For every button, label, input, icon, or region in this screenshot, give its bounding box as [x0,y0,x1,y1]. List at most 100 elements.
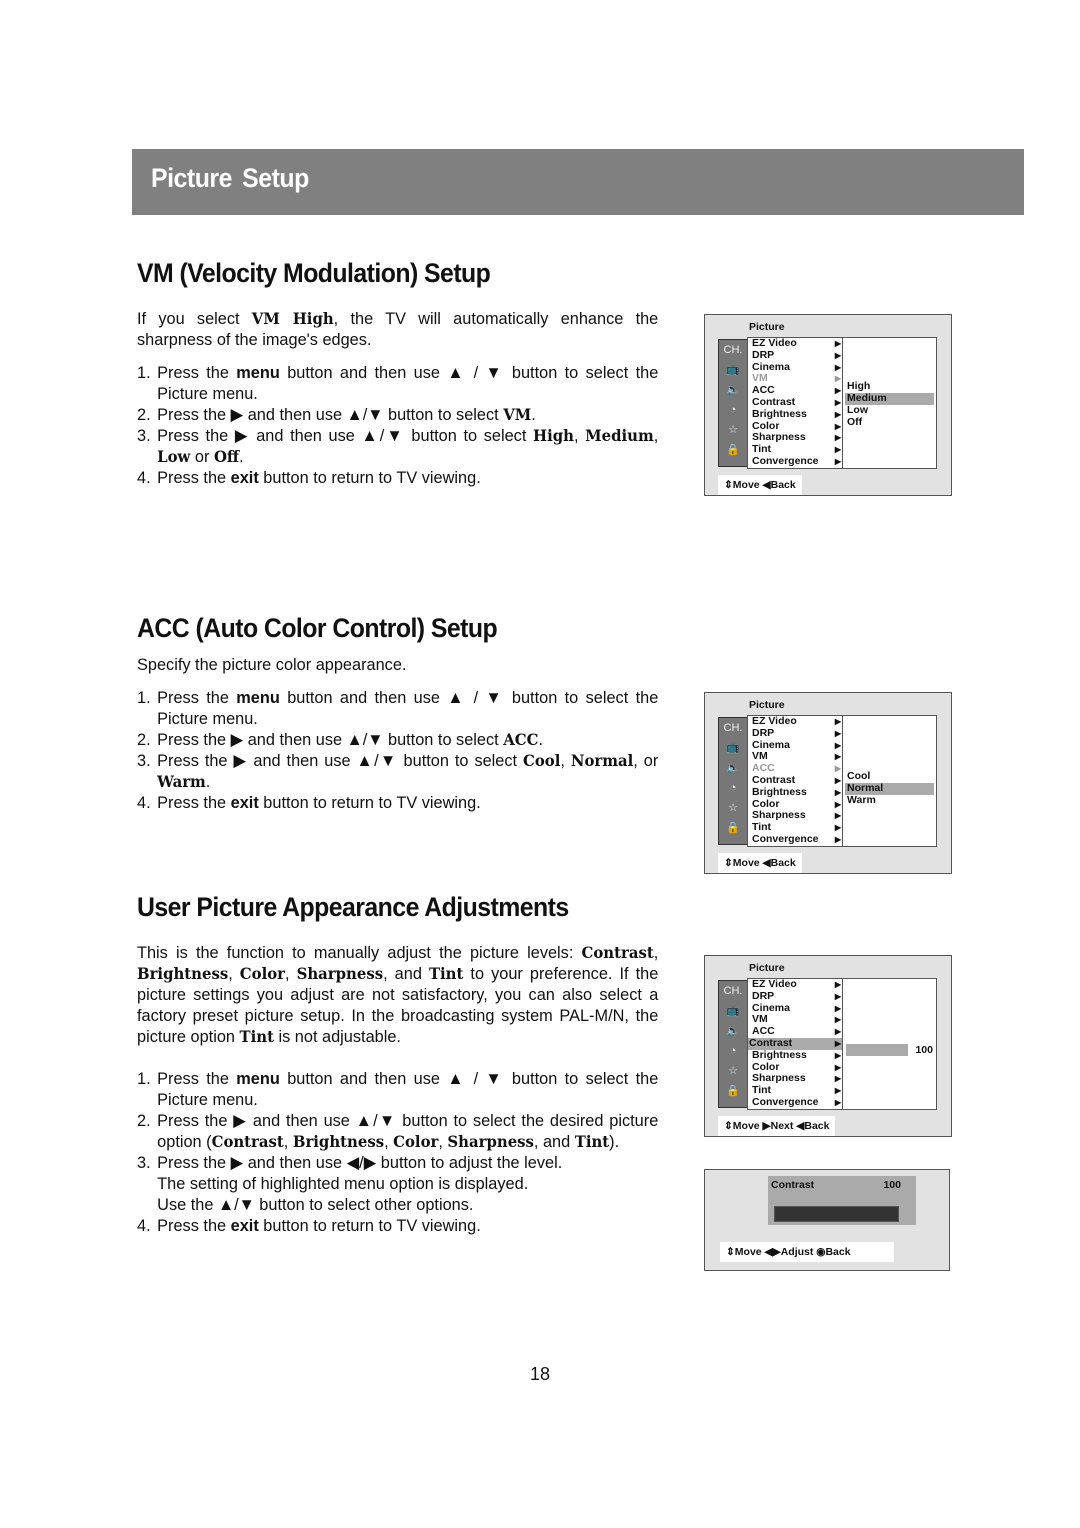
step: 1. Press the menu button and then use ▲ /… [137,1069,659,1109]
arrow-right-icon: ▶ [834,980,841,989]
menu-item-label: Color [752,419,780,432]
acc-intro: Specify the picture color appearance. [137,655,407,674]
arrow-right-icon: ▶ [834,740,841,750]
star-icon: ☆ [728,802,738,814]
menu-item-label: Sharpness [752,1072,806,1085]
menu-option[interactable]: Off [843,416,936,429]
menu-item-label: Brightness [752,407,807,420]
arrow-right-icon: ▶ [834,433,841,443]
acc-steps: 1. Press the menu button and then use ▲ /… [137,687,658,813]
menu-item-label: EZ Video [752,978,797,990]
menu-item-label: Contrast [752,395,796,408]
menu-item[interactable]: Convergence ▶ [748,832,843,846]
arrow-right-icon: ▶ [834,1050,841,1060]
section-banner: Picture Setup [132,149,1024,215]
menu-item-label: Cinema [752,738,790,751]
arrow-right-icon: ▶ [834,991,841,1001]
icon-bar: CH. 📺 🔈 ◔ ☆ 🔒 [718,980,748,1108]
vm-intro: If you select VM High, the TV will autom… [137,309,659,349]
adjust-screen: Contrast 100 ⇕Move ◀▶Adjust ◉Back [704,1169,950,1271]
star-icon: ☆ [728,1065,738,1077]
menu-item-label: Color [752,1060,780,1073]
menu-item[interactable]: Convergence ▶ [748,454,843,468]
arrow-right-icon: ▶ [834,811,841,821]
arrow-right-icon: ▶ [834,1027,841,1037]
speaker-icon: 🔈 [726,384,740,396]
user-steps: 1. Press the menu button and then use ▲ /… [137,1068,658,1236]
menu-item-label: Tint [752,821,772,834]
clock-icon: ◔ [729,1045,737,1057]
icon-bar: CH. 📺 🔈 ◔ ☆ 🔒 [718,339,748,467]
ch-icon: CH. [723,985,743,997]
menu-item-label: VM [752,750,768,763]
arrow-right-icon: ▶ [834,386,841,396]
menu-title: Picture [749,699,785,711]
menu-option[interactable]: Low [843,404,936,417]
menu-item-label: ACC [752,762,775,775]
user-menu-screen: Picture CH. 📺 🔈 ◔ ☆ 🔒 EZ Video ▶ DRP ▶ Cinem… [704,955,952,1137]
arrow-right-icon: ▶ [834,397,841,407]
arrow-right-icon: ▶ [834,1097,841,1107]
menu-list: EZ Video ▶ DRP ▶ Cinema ▶ VM ▶ ACC ▶ Contrast ▶ Brig… [747,715,844,847]
arrow-right-icon: ▶ [834,350,841,360]
menu-list: EZ Video ▶ DRP ▶ Cinema ▶ VM ▶ ACC ▶ Contrast ▶ Brig… [747,337,844,469]
arrow-right-icon: ▶ [834,1062,841,1072]
menu-title: Picture [749,321,785,333]
arrow-right-icon: ▶ [834,752,841,762]
step: 2. Press the ▶ and then use ▲/▼ button to… [137,1111,659,1151]
menu-item[interactable]: Convergence ▶ [748,1096,843,1109]
menu-option[interactable]: Warm [843,794,936,807]
menu-item-label: Sharpness [752,431,806,444]
menu-item-label: Tint [752,1084,772,1097]
menu-item-label: DRP [752,348,775,361]
lock-icon: 🔒 [726,444,740,456]
value-panel: 100 [842,978,937,1110]
icon-bar: CH. 📺 🔈 ◔ ☆ 🔒 [718,717,748,845]
speaker-icon: 🔈 [726,762,740,774]
menu-item-label: Convergence [752,832,819,845]
menu-footer: ⇕Move ◀Back [718,853,802,873]
arrow-right-icon: ▶ [834,717,841,726]
star-icon: ☆ [728,424,738,436]
adjust-label: Contrast [771,1179,815,1191]
arrow-right-icon: ▶ [834,823,841,833]
menu-footer: ⇕Move ◀Back [718,475,802,495]
step: 3. Press the ▶ and then use ▲/▼ button to… [137,751,659,791]
arrow-right-icon: ▶ [834,362,841,372]
step: 3. Press the ▶ and then use ▲/▼ button to… [137,426,659,466]
tv-icon: 📺 [726,1005,740,1017]
menu-item-label: Cinema [752,1001,790,1014]
value-number: 100 [915,1044,933,1056]
adjust-panel: Contrast 100 [768,1176,916,1225]
menu-option[interactable]: Normal [845,782,934,795]
vm-heading: VM (Velocity Modulation) Setup [137,258,491,288]
arrow-right-icon: ▶ [834,1015,841,1025]
arrow-right-icon: ▶ [834,1086,841,1096]
value-bar [846,1044,908,1056]
arrow-right-icon: ▶ [834,421,841,431]
page-number: 18 [530,1364,551,1384]
vm-text: If you select VM High, the TV will autom… [137,308,658,488]
menu-item-label: Convergence [752,454,819,467]
ch-icon: CH. [723,344,743,356]
menu-item-label: EZ Video [752,715,797,727]
menu-item-label: Color [752,797,780,810]
step: 2. Press the ▶ and then use ▲/▼ button to… [137,405,536,424]
arrow-right-icon: ▶ [834,834,841,844]
menu-item-label: Contrast [752,773,796,786]
menu-item-label: Sharpness [752,809,806,822]
menu-item-label: VM [752,1013,768,1026]
arrow-right-icon: ▶ [834,409,841,419]
user-text: This is the function to manually adjust … [137,942,658,1236]
menu-item-label: Contrast [749,1036,793,1049]
step: 4. Press the exit button to return to TV … [137,1216,481,1235]
step: 1. Press the menu button and then use ▲ /… [137,688,659,728]
lock-icon: 🔒 [726,822,740,834]
user-intro: This is the function to manually adjust … [137,943,659,1046]
acc-text: Specify the picture color appearance. 1.… [137,654,658,813]
vm-steps: 1. Press the menu button and then use ▲ /… [137,362,658,488]
option-list: High Medium Low Off [842,337,937,469]
arrow-right-icon: ▶ [834,1038,841,1048]
step: 3. Press the ▶ and then use ◀/▶ button to… [137,1153,563,1214]
adjust-value: 100 [883,1179,901,1191]
